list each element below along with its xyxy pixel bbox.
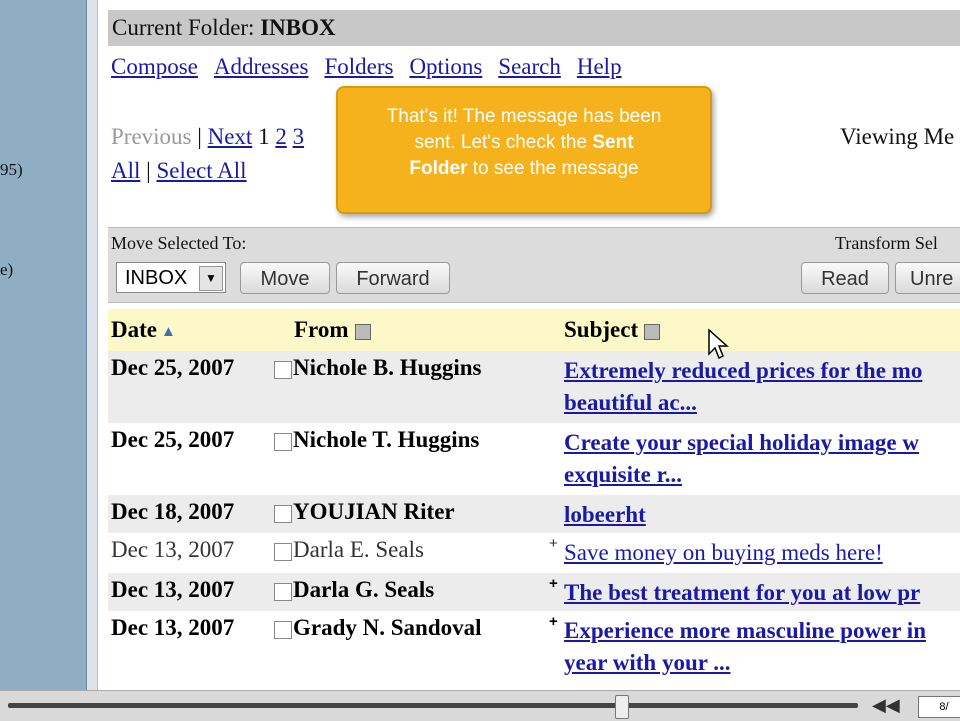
select-checkbox[interactable] [274, 583, 292, 601]
callout-line: Folder to see the message [409, 158, 639, 179]
sort-icon[interactable] [354, 323, 371, 340]
message-subject-link[interactable]: Create your special holiday image w exqu… [564, 427, 960, 491]
message-subject-link[interactable]: lobeerht [564, 499, 960, 531]
from-column-header[interactable]: From [294, 309, 371, 351]
message-from: YOUJIAN Riter [293, 499, 455, 524]
read-button[interactable]: Read [801, 262, 889, 294]
nav-folders[interactable]: Folders [324, 54, 393, 79]
move-button[interactable]: Move [240, 262, 330, 294]
folder-select[interactable]: INBOX ▼ [116, 262, 226, 293]
time-display: 8/ [918, 696, 960, 718]
select-checkbox[interactable] [274, 543, 292, 561]
select-checkbox[interactable] [274, 621, 292, 639]
nav-addresses[interactable]: Addresses [214, 54, 309, 79]
message-date: Dec 13, 2007 [111, 615, 235, 640]
unread-button[interactable]: Unre [895, 262, 960, 294]
table-row[interactable]: Dec 25, 2007 Nichole T. Huggins Create y… [108, 423, 960, 495]
select-checkbox[interactable] [274, 361, 292, 379]
message-from: Nichole T. Huggins [293, 427, 480, 452]
sort-icon[interactable] [644, 323, 661, 340]
message-from: Darla G. Seals [293, 577, 435, 602]
nav-help[interactable]: Help [577, 54, 622, 79]
tutorial-callout: That's it! The message has been sent. Le… [336, 86, 712, 214]
message-subject-link[interactable]: Save money on buying meds here! [564, 537, 960, 569]
page-current: 1 [258, 124, 270, 149]
pager-separator: | [197, 124, 202, 149]
page-link-3[interactable]: 3 [293, 124, 305, 149]
message-subject-link[interactable]: Extremely reduced prices for the mo beau… [564, 355, 960, 419]
message-flag: + [549, 575, 558, 592]
sidebar-fragment: e) [0, 260, 14, 279]
move-toolbar: Move Selected To: Transform Sel INBOX ▼ … [108, 227, 960, 303]
dropdown-arrow-icon[interactable]: ▼ [199, 266, 223, 291]
message-date: Dec 18, 2007 [111, 499, 235, 524]
select-all-link[interactable]: Select All [157, 158, 247, 183]
pagination-secondary: All | Select All [111, 158, 247, 184]
table-row[interactable]: Dec 13, 2007 Darla G. Seals + The best t… [108, 573, 960, 611]
next-link[interactable]: Next [208, 124, 253, 149]
sidebar-fragment: 95) [0, 160, 23, 179]
message-subject-link[interactable]: The best treatment for you at low pr [564, 577, 960, 609]
table-row[interactable]: Dec 13, 2007 Darla E. Seals + Save money… [108, 533, 960, 573]
page-link-2[interactable]: 2 [275, 124, 287, 149]
main-nav: Compose Addresses Folders Options Search Help [111, 54, 638, 80]
folder-label: Current Folder: [112, 15, 255, 40]
date-column-header[interactable]: Date ▲ [111, 309, 176, 353]
folder-select-value: INBOX [125, 267, 188, 289]
nav-options[interactable]: Options [409, 54, 482, 79]
current-folder-bar: Current Folder: INBOX [108, 10, 960, 46]
message-flag: + [549, 613, 558, 630]
rewind-icon[interactable]: ◀◀ [872, 695, 900, 716]
forward-button[interactable]: Forward [336, 262, 450, 294]
transform-selected-label: Transform Sel [835, 233, 938, 253]
message-from: Darla E. Seals [293, 537, 424, 562]
pager-separator: | [146, 158, 151, 183]
message-subject-link[interactable]: Experience more masculine power in year … [564, 615, 960, 679]
mouse-cursor-icon [708, 328, 729, 360]
select-checkbox[interactable] [274, 433, 292, 451]
table-row[interactable]: Dec 18, 2007 YOUJIAN Riter lobeerht [108, 495, 960, 533]
video-player-bar: ◀◀ 8/ [0, 690, 960, 721]
message-date: Dec 25, 2007 [111, 355, 235, 380]
all-link[interactable]: All [111, 158, 140, 183]
message-date: Dec 25, 2007 [111, 427, 235, 452]
message-date: Dec 13, 2007 [111, 577, 235, 602]
message-flag: + [549, 535, 558, 552]
callout-line: sent. Let's check the Sent [414, 132, 634, 153]
previous-link: Previous [111, 124, 192, 149]
mail-main-panel: Current Folder: INBOX Compose Addresses Fo… [98, 0, 960, 690]
seek-thumb[interactable] [615, 695, 629, 719]
seek-track[interactable] [8, 703, 858, 708]
folder-name: INBOX [260, 15, 336, 40]
pagination: Previous | Next 1 2 3 [111, 124, 304, 150]
table-header: Date ▲ From Subject [108, 309, 960, 351]
frame-divider[interactable] [87, 0, 98, 690]
nav-compose[interactable]: Compose [111, 54, 198, 79]
move-selected-label: Move Selected To: [111, 233, 247, 253]
left-sidebar: 95) e) [0, 0, 87, 690]
nav-search[interactable]: Search [498, 54, 561, 79]
viewing-messages-text: Viewing Me [840, 124, 955, 149]
message-date: Dec 13, 2007 [111, 537, 235, 562]
message-from: Grady N. Sandoval [293, 615, 482, 640]
subject-column-header[interactable]: Subject [564, 309, 661, 351]
callout-line: That's it! The message has been [386, 106, 662, 127]
sort-ascending-icon[interactable]: ▲ [161, 311, 176, 353]
message-from: Nichole B. Huggins [293, 355, 482, 380]
table-row[interactable]: Dec 13, 2007 Grady N. Sandoval + Experie… [108, 611, 960, 683]
select-checkbox[interactable] [274, 505, 292, 523]
table-row[interactable]: Dec 25, 2007 Nichole B. Huggins Extremel… [108, 351, 960, 423]
